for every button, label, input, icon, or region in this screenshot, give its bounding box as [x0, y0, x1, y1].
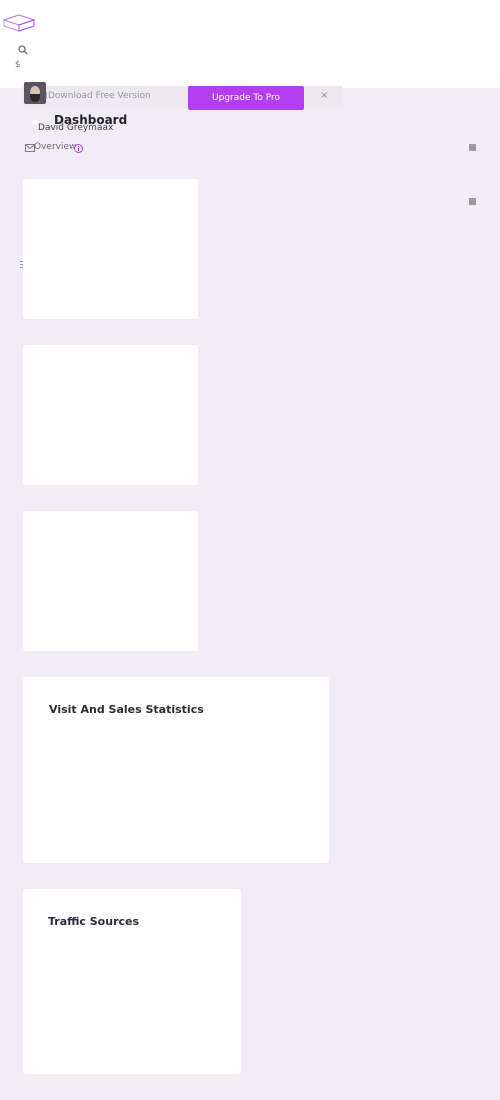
traffic-sources-card: Traffic Sources [23, 889, 241, 1074]
settings-square-icon[interactable] [469, 144, 476, 151]
menu-square-icon[interactable] [469, 198, 476, 205]
cube-logo-icon[interactable] [2, 14, 36, 32]
visit-sales-title: Visit And Sales Statistics [49, 703, 204, 716]
avatar[interactable] [24, 82, 46, 104]
stat-card-3 [23, 511, 198, 651]
search-icon[interactable] [18, 45, 28, 55]
user-name: David Greymaax [38, 123, 114, 133]
traffic-sources-title: Traffic Sources [48, 915, 140, 928]
info-icon[interactable] [74, 144, 83, 153]
stat-card-2 [23, 345, 198, 485]
avatar-beard [30, 94, 40, 102]
top-navbar [0, 0, 500, 88]
upgrade-to-pro-button[interactable]: Upgrade To Pro [188, 86, 304, 110]
download-free-link[interactable]: Download Free Version [48, 91, 151, 101]
currency-symbol: $ [15, 60, 21, 70]
overview-label: Overview [34, 142, 77, 152]
online-dot [32, 120, 37, 125]
visit-sales-card: Visit And Sales Statistics [23, 677, 329, 863]
stat-card-1 [23, 179, 198, 319]
close-banner-icon[interactable]: × [320, 90, 328, 101]
